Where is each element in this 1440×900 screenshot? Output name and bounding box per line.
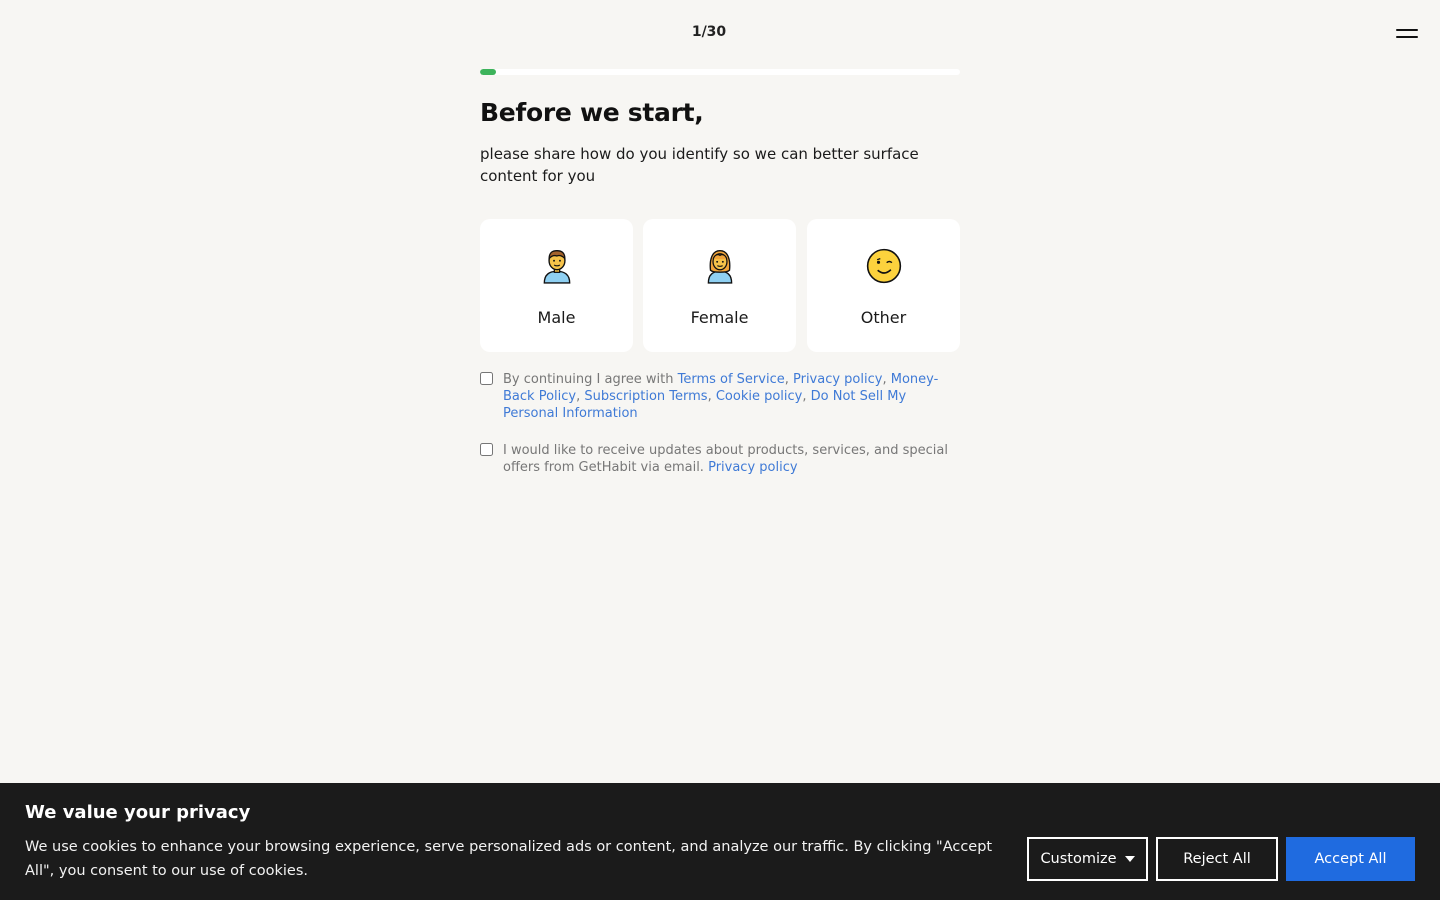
menu-line bbox=[1396, 36, 1418, 38]
option-other[interactable]: Other bbox=[807, 219, 960, 352]
customize-label: Customize bbox=[1040, 851, 1117, 867]
terms-of-service-link[interactable]: Terms of Service bbox=[678, 372, 785, 387]
accept-all-button[interactable]: Accept All bbox=[1286, 837, 1415, 881]
marketing-privacy-policy-link[interactable]: Privacy policy bbox=[708, 460, 797, 475]
progress-bar bbox=[480, 69, 960, 75]
option-male[interactable]: Male bbox=[480, 219, 633, 352]
cookie-banner-text: We use cookies to enhance your browsing … bbox=[25, 839, 993, 879]
privacy-policy-link[interactable]: Privacy policy bbox=[793, 372, 882, 387]
customize-button[interactable]: Customize bbox=[1027, 837, 1148, 881]
consent-section: By continuing I agree with Terms of Serv… bbox=[480, 371, 960, 476]
hamburger-menu-icon[interactable] bbox=[1396, 26, 1422, 42]
cookie-banner-title: We value your privacy bbox=[25, 802, 251, 823]
winking-face-icon bbox=[866, 248, 901, 284]
man-emoji-icon bbox=[543, 250, 570, 284]
cookie-policy-link[interactable]: Cookie policy bbox=[716, 389, 803, 404]
link-separator: , bbox=[707, 389, 716, 404]
menu-line bbox=[1396, 29, 1418, 31]
option-female[interactable]: Female bbox=[643, 219, 796, 352]
marketing-checkbox[interactable] bbox=[480, 443, 493, 456]
gender-options: Male Female Other bbox=[480, 219, 960, 352]
link-separator: , bbox=[802, 389, 811, 404]
woman-emoji-icon bbox=[707, 250, 732, 284]
terms-consent: By continuing I agree with Terms of Serv… bbox=[480, 371, 960, 422]
page-title: Before we start, bbox=[480, 98, 704, 127]
option-label: Female bbox=[690, 308, 749, 327]
cookie-banner: We value your privacy We use cookies to … bbox=[0, 783, 1440, 900]
step-counter: 1/30 bbox=[691, 24, 727, 40]
link-separator: , bbox=[882, 372, 891, 387]
terms-prefix: By continuing I agree with bbox=[503, 372, 678, 387]
terms-checkbox[interactable] bbox=[480, 372, 493, 385]
marketing-consent: I would like to receive updates about pr… bbox=[480, 442, 960, 476]
intro-section: Before we start, please share how do you… bbox=[480, 98, 960, 187]
progress-bar-fill bbox=[480, 69, 496, 75]
top-bar: 1/30 bbox=[0, 0, 1440, 70]
subscription-terms-link[interactable]: Subscription Terms bbox=[584, 389, 707, 404]
option-label: Other bbox=[860, 308, 907, 327]
page-subtitle: please share how do you identify so we c… bbox=[480, 145, 919, 185]
reject-all-button[interactable]: Reject All bbox=[1156, 837, 1278, 881]
caret-down-icon bbox=[1124, 856, 1135, 862]
option-label: Male bbox=[537, 308, 576, 327]
link-separator: , bbox=[784, 372, 793, 387]
